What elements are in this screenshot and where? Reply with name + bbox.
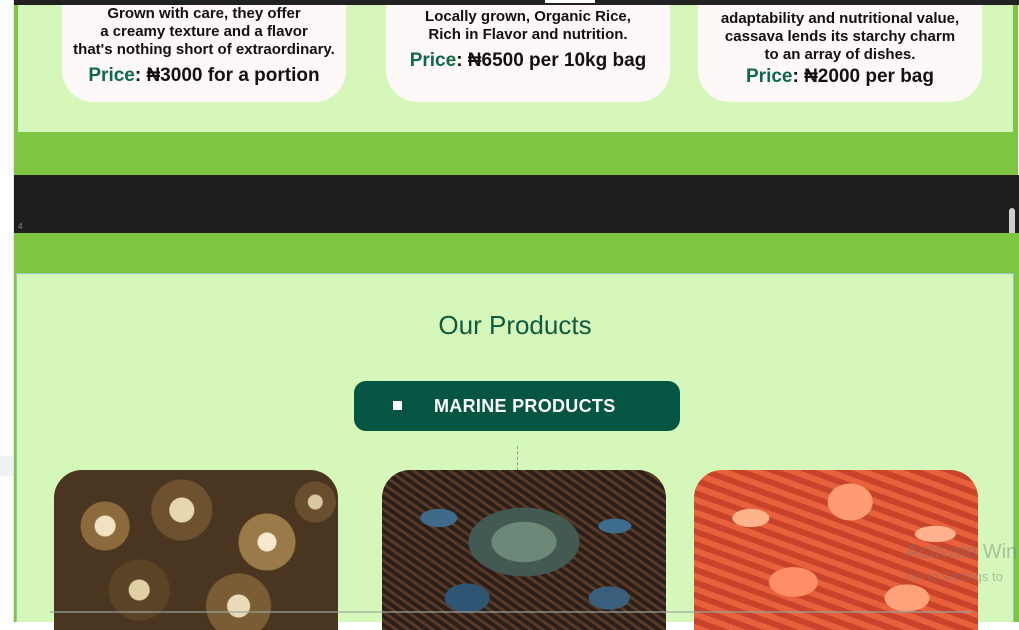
- page-break-band: [14, 175, 1019, 233]
- crab-photo[interactable]: [382, 470, 666, 630]
- product-card-2: Locally grown, Organic Rice, Rich in Fla…: [386, 5, 670, 102]
- left-gutter: [0, 0, 14, 622]
- card-price: Price: ₦6500 per 10kg bag: [386, 50, 670, 72]
- desc-line: Rich in Flavor and nutrition.: [428, 26, 628, 43]
- top-tab-indicator: [545, 0, 595, 3]
- desc-line: that's nothing short of extraordinary.: [73, 41, 335, 58]
- gutter-marker: [0, 456, 13, 476]
- card-price: Price: ₦2000 per bag: [698, 66, 982, 88]
- desc-line: a creamy texture and a flavor: [100, 23, 308, 40]
- category-button-label: MARINE PRODUCTS: [434, 396, 616, 416]
- activation-watermark-sub: Go to Settings to: [906, 569, 1003, 584]
- card-price: Price: ₦3000 for a portion: [62, 65, 346, 87]
- price-label: Price: [409, 50, 457, 71]
- periwinkle-snails-photo[interactable]: [54, 470, 338, 630]
- products-section: Our Products MARINE PRODUCTS: [14, 233, 1019, 630]
- featured-products-section: Grown with care, they offer a creamy tex…: [14, 5, 1018, 175]
- products-panel: Our Products MARINE PRODUCTS: [16, 273, 1014, 630]
- desc-line: Locally grown, Organic Rice,: [425, 8, 631, 25]
- product-card-1: Grown with care, they offer a creamy tex…: [62, 5, 346, 102]
- featured-panel: Grown with care, they offer a creamy tex…: [18, 5, 1013, 132]
- page-marker: 4: [18, 222, 23, 231]
- desc-line: adaptability and nutritional value,: [720, 10, 960, 27]
- price-value: : ₦3000 for a portion: [134, 65, 320, 86]
- card-description: Grown with care, they offer a creamy tex…: [62, 5, 346, 59]
- product-card-3: adaptability and nutritional value, cass…: [698, 5, 982, 102]
- section-title: Our Products: [438, 310, 592, 340]
- horizontal-scrollbar[interactable]: [50, 611, 972, 613]
- square-bullet-icon: [393, 401, 402, 410]
- desc-line: to an array of dishes.: [764, 46, 916, 63]
- card-description: adaptability and nutritional value, cass…: [698, 5, 982, 64]
- desc-line: Grown with care, they offer: [107, 5, 301, 22]
- marine-products-button[interactable]: MARINE PRODUCTS: [354, 381, 680, 431]
- card-description: Locally grown, Organic Rice, Rich in Fla…: [386, 5, 670, 44]
- price-value: : ₦6500 per 10kg bag: [456, 50, 647, 71]
- activation-watermark: Activate Win: [906, 541, 1018, 563]
- price-label: Price: [746, 66, 793, 87]
- desc-line: cassava lends its starchy charm: [724, 28, 956, 45]
- price-value: : ₦2000 per bag: [792, 66, 934, 87]
- price-label: Price: [88, 65, 135, 86]
